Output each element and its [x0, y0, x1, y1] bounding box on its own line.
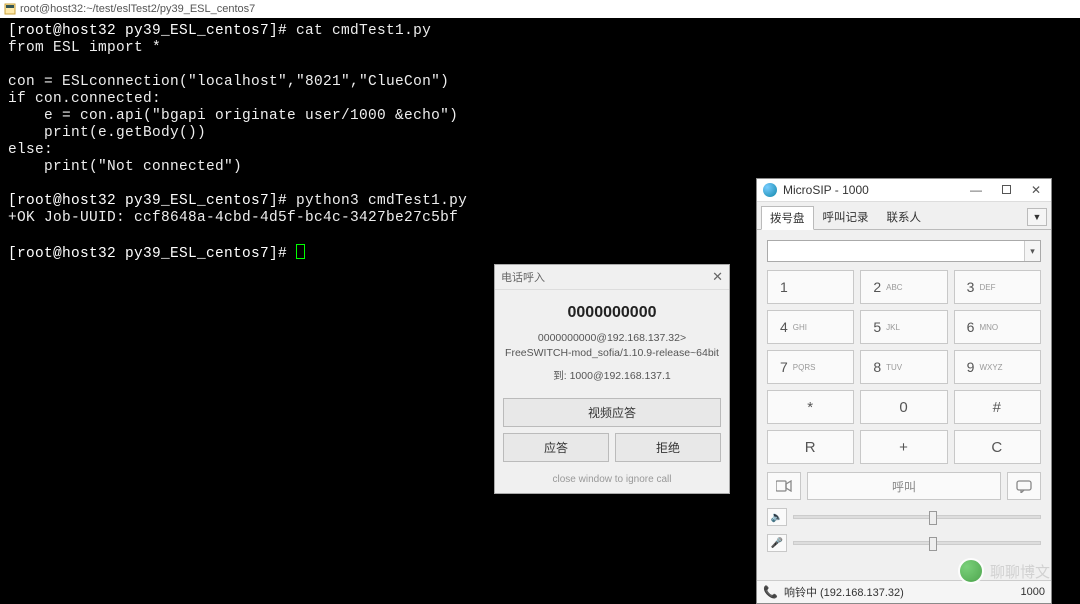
tab-contacts[interactable]: 联系人 — [878, 205, 931, 229]
callee-info: 到: 1000@192.168.137.1 — [495, 368, 729, 386]
microsip-window: MicroSIP - 1000 — ✕ 拨号盘 呼叫记录 联系人 ▼ ▾ 1 2… — [756, 178, 1052, 604]
dial-7[interactable]: 7PQRS — [767, 350, 854, 384]
tab-call-log[interactable]: 呼叫记录 — [814, 205, 878, 229]
video-answer-button[interactable]: 视频应答 — [503, 398, 721, 427]
dial-8[interactable]: 8TUV — [860, 350, 947, 384]
menu-dropdown-button[interactable]: ▼ — [1027, 208, 1047, 226]
dialpad: 1 2ABC 3DEF 4GHI 5JKL 6MNO 7PQRS 8TUV 9W… — [767, 270, 1041, 464]
dial-2[interactable]: 2ABC — [860, 270, 947, 304]
code-line: print(e.getBody()) — [8, 125, 206, 141]
message-button[interactable] — [1007, 472, 1041, 500]
watermark-icon — [958, 558, 984, 584]
dial-star[interactable]: * — [767, 390, 854, 424]
call-titlebar[interactable]: 电话呼入 ✕ — [495, 265, 729, 290]
microsip-logo-icon — [763, 183, 777, 197]
dial-3[interactable]: 3DEF — [954, 270, 1041, 304]
code-line: con = ESLconnection("localhost","8021","… — [8, 74, 449, 90]
caller-uri: 0000000000@192.168.137.32> — [495, 332, 729, 347]
dial-1[interactable]: 1 — [767, 270, 854, 304]
video-call-button[interactable] — [767, 472, 801, 500]
speaker-volume-slider[interactable] — [793, 515, 1041, 519]
close-icon[interactable]: ✕ — [1027, 183, 1045, 197]
answer-button[interactable]: 应答 — [503, 433, 609, 462]
watermark-text: 聊聊博文 — [990, 561, 1050, 582]
minimize-icon[interactable]: — — [966, 183, 986, 197]
code-line: e = con.api("bgapi originate user/1000 &… — [8, 108, 458, 124]
dial-6[interactable]: 6MNO — [954, 310, 1041, 344]
code-line: else: — [8, 142, 53, 158]
close-icon[interactable]: ✕ — [712, 269, 723, 285]
call-button[interactable]: 呼叫 — [807, 472, 1001, 500]
cmd-cat: cat cmdTest1.py — [296, 23, 431, 39]
caller-number: 0000000000 — [495, 290, 729, 332]
code-line: from ESL import * — [8, 40, 161, 56]
call-footer-hint: close window to ignore call — [495, 470, 729, 493]
number-history-dropdown[interactable]: ▾ — [1024, 241, 1040, 261]
caller-agent: FreeSWITCH-mod_sofia/1.10.9-release~64bi… — [495, 347, 729, 362]
cursor — [296, 244, 305, 259]
microsip-titlebar[interactable]: MicroSIP - 1000 — ✕ — [757, 179, 1051, 202]
code-line: if con.connected: — [8, 91, 161, 107]
phone-icon: 📞 — [763, 585, 778, 599]
putty-title-text: root@host32:~/test/eslTest2/py39_ESL_cen… — [20, 3, 255, 15]
putty-icon — [4, 3, 16, 15]
redial-button[interactable]: R — [767, 430, 854, 464]
dial-hash[interactable]: # — [954, 390, 1041, 424]
dial-9[interactable]: 9WXYZ — [954, 350, 1041, 384]
dial-4[interactable]: 4GHI — [767, 310, 854, 344]
output-line: +OK Job-UUID: ccf8648a-4cbd-4d5f-bc4c-34… — [8, 210, 458, 226]
plus-button[interactable]: + — [860, 430, 947, 464]
speaker-icon[interactable]: 🔈 — [767, 508, 787, 526]
putty-titlebar: root@host32:~/test/eslTest2/py39_ESL_cen… — [0, 0, 1080, 18]
reject-button[interactable]: 拒绝 — [615, 433, 721, 462]
call-title-text: 电话呼入 — [501, 269, 545, 285]
prompt: [root@host32 py39_ESL_centos7]# — [8, 246, 296, 262]
tab-dialpad[interactable]: 拨号盘 — [761, 206, 814, 230]
mic-icon[interactable]: 🎤 — [767, 534, 787, 552]
mic-volume-slider[interactable] — [793, 541, 1041, 545]
prompt: [root@host32 py39_ESL_centos7]# — [8, 193, 296, 209]
status-text: 响铃中 (192.168.137.32) — [784, 584, 904, 600]
cmd-python: python3 cmdTest1.py — [296, 193, 467, 209]
status-extension: 1000 — [1021, 586, 1045, 598]
prompt: [root@host32 py39_ESL_centos7]# — [8, 23, 296, 39]
code-line: print("Not connected") — [8, 159, 242, 175]
number-input[interactable] — [767, 240, 1041, 262]
watermark: 聊聊博文 — [958, 558, 1050, 584]
incoming-call-dialog: 电话呼入 ✕ 0000000000 0000000000@192.168.137… — [494, 264, 730, 494]
clear-button[interactable]: C — [954, 430, 1041, 464]
maximize-icon[interactable] — [998, 183, 1015, 197]
tab-bar: 拨号盘 呼叫记录 联系人 ▼ — [757, 202, 1051, 230]
microsip-title: MicroSIP - 1000 — [783, 183, 960, 197]
dial-0[interactable]: 0 — [860, 390, 947, 424]
dial-5[interactable]: 5JKL — [860, 310, 947, 344]
